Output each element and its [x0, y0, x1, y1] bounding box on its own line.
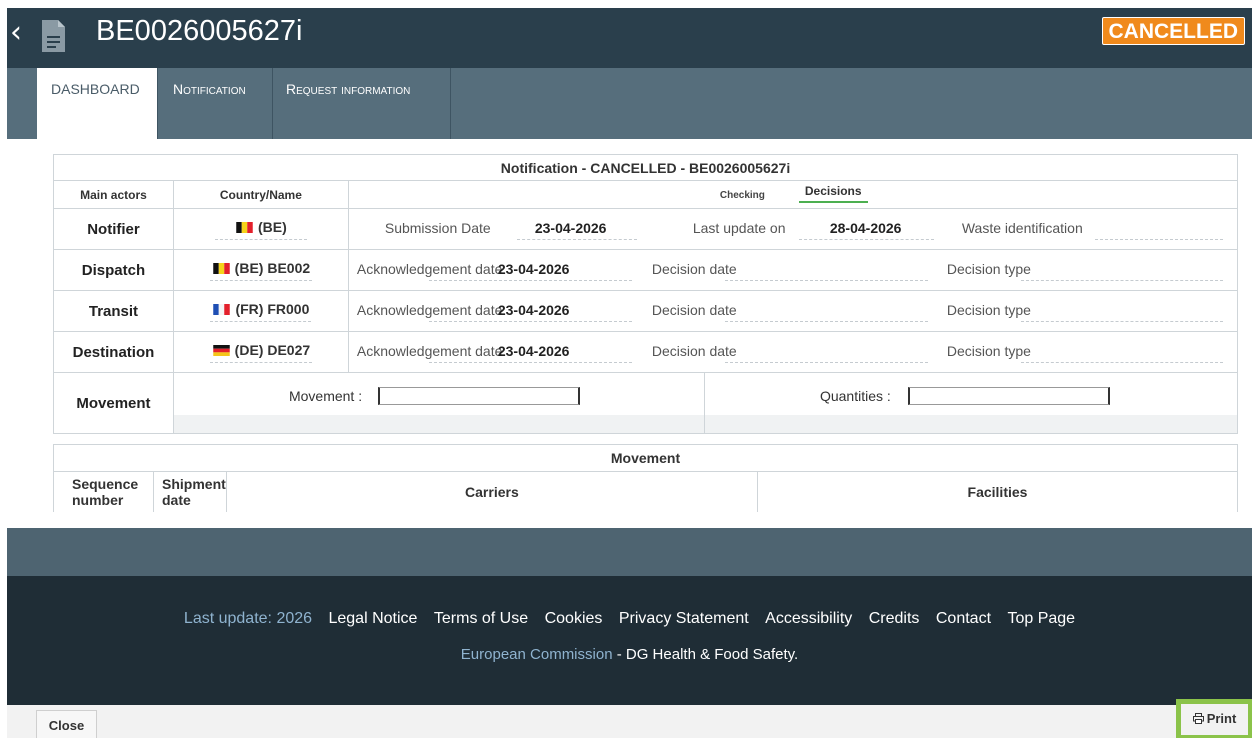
footer-separator: -: [612, 646, 626, 663]
waste-identification-field[interactable]: [1094, 239, 1223, 240]
footer-link-credits[interactable]: Credits: [869, 610, 920, 627]
print-highlight: Print: [1176, 699, 1252, 738]
country-code: (BE): [258, 218, 287, 235]
country-destination: (DE) DE027: [172, 331, 349, 373]
footer-links: Last update: 2026 Legal Notice Terms of …: [7, 610, 1252, 628]
ack-date-value: 23-04-2026: [497, 343, 570, 359]
tab-checking[interactable]: Checking: [720, 190, 765, 201]
page-title: BE0026005627i: [96, 15, 303, 47]
destination-details: Acknowledgement date 23-04-2026 Decision…: [347, 331, 1239, 373]
decision-type-field[interactable]: [1020, 321, 1223, 322]
col-main-actors: Main actors: [53, 180, 174, 209]
footer-link-cookies[interactable]: Cookies: [545, 610, 603, 627]
ack-date-label: Acknowledgement date: [356, 261, 503, 277]
status-badge: CANCELLED: [1101, 17, 1245, 45]
footer-link-accessibility[interactable]: Accessibility: [765, 610, 852, 627]
tab-dashboard[interactable]: DASHBOARD: [37, 68, 157, 139]
country-dispatch: (BE) BE002: [172, 249, 349, 291]
ack-date-value: 23-04-2026: [497, 261, 570, 277]
ack-date-value: 23-04-2026: [497, 302, 570, 318]
back-icon[interactable]: ‹: [10, 18, 22, 48]
printer-icon: [1192, 713, 1204, 724]
col-shipment-date: Shipment date: [153, 471, 227, 512]
transit-details: Acknowledgement date 23-04-2026 Decision…: [347, 290, 1239, 332]
submission-date-value: 23-04-2026: [534, 220, 607, 236]
footer-last-update: Last update: 2026: [183, 610, 313, 627]
col-country-name: Country/Name: [172, 180, 349, 209]
country-code: (DE) DE027: [234, 341, 311, 358]
tab-bar: DASHBOARD Notification Request informati…: [7, 68, 1252, 139]
print-label: Print: [1206, 711, 1237, 726]
decision-date-field[interactable]: [724, 280, 928, 281]
tab-request-information[interactable]: Request information: [272, 68, 450, 139]
belgium-flag-icon: [236, 221, 253, 233]
footer-link-contact[interactable]: Contact: [936, 610, 991, 627]
country-code: (BE) BE002: [234, 259, 311, 276]
footer-link-european-commission[interactable]: European Commission: [461, 646, 613, 663]
country-notifier: (BE): [172, 208, 349, 250]
page-header: ‹ BE0026005627i CANCELLED: [7, 8, 1252, 68]
quantities-field[interactable]: [907, 387, 1110, 405]
decision-type-label: Decision type: [946, 343, 1031, 359]
decision-date-label: Decision date: [651, 302, 737, 318]
dispatch-details: Acknowledgement date 23-04-2026 Decision…: [347, 249, 1239, 291]
movement-details: Movement : Quantities :: [172, 372, 1239, 434]
row-label-destination: Destination: [53, 331, 174, 373]
footer-ec: European Commission - DG Health & Food S…: [7, 646, 1252, 663]
page-root: ‹ BE0026005627i CANCELLED DASHBOARD Noti…: [0, 0, 1252, 738]
close-button[interactable]: Close: [36, 710, 97, 738]
page-footer: Last update: 2026 Legal Notice Terms of …: [7, 576, 1252, 705]
belgium-flag-icon: [212, 262, 230, 274]
decision-type-field[interactable]: [1020, 280, 1223, 281]
movement-field[interactable]: [377, 387, 580, 405]
decision-type-label: Decision type: [946, 261, 1031, 277]
movement-caption: Movement: [53, 444, 1238, 472]
movement-table: Movement Sequence number Shipment date C…: [53, 444, 1238, 512]
notification-caption: Notification - CANCELLED - BE0026005627i: [53, 154, 1238, 181]
notifier-details: Submission Date 23-04-2026 Last update o…: [347, 208, 1239, 250]
decision-date-label: Decision date: [651, 343, 737, 359]
decision-type-field[interactable]: [1020, 362, 1223, 363]
footer-link-terms-of-use[interactable]: Terms of Use: [434, 610, 528, 627]
row-label-movement: Movement: [53, 372, 174, 434]
france-flag-icon: [213, 303, 231, 315]
row-label-transit: Transit: [53, 290, 174, 332]
decision-type-label: Decision type: [946, 302, 1031, 318]
tab-divider: [450, 68, 451, 139]
footer-link-legal-notice[interactable]: Legal Notice: [328, 610, 417, 627]
footer-link-top-page[interactable]: Top Page: [1007, 610, 1075, 627]
last-update-label: Last update on: [692, 220, 786, 236]
document-icon: [42, 20, 65, 52]
submission-date-label: Submission Date: [384, 220, 491, 236]
decision-date-field[interactable]: [724, 321, 928, 322]
movement-field-label: Movement :: [288, 388, 363, 404]
decision-date-label: Decision date: [651, 261, 737, 277]
ack-date-label: Acknowledgement date: [356, 343, 503, 359]
row-label-notifier: Notifier: [53, 208, 174, 250]
quantities-field-label: Quantities :: [819, 388, 891, 404]
country-code: (FR) FR000: [235, 300, 310, 317]
footer-link-privacy-statement[interactable]: Privacy Statement: [619, 610, 749, 627]
panel-bottom-band: [7, 528, 1252, 576]
notification-table: Notification - CANCELLED - BE0026005627i…: [53, 154, 1239, 434]
tab-decisions[interactable]: Decisions: [798, 184, 868, 203]
footer-dg[interactable]: DG Health & Food Safety.: [626, 646, 798, 663]
germany-flag-icon: [212, 344, 230, 356]
last-update-value: 28-04-2026: [829, 220, 902, 236]
col-sequence-number: Sequence number: [53, 471, 154, 512]
col-facilities: Facilities: [757, 471, 1238, 512]
country-transit: (FR) FR000: [172, 290, 349, 332]
waste-identification-label: Waste identification: [961, 220, 1083, 236]
row-label-dispatch: Dispatch: [53, 249, 174, 291]
col-carriers: Carriers: [226, 471, 759, 512]
checks-tabs: Checking Decisions: [347, 180, 1239, 209]
decision-date-field[interactable]: [724, 362, 928, 363]
print-button[interactable]: Print: [1181, 704, 1248, 735]
tab-notification[interactable]: Notification: [157, 68, 272, 139]
ack-date-label: Acknowledgement date: [356, 302, 503, 318]
action-bar: Close Print: [7, 699, 1252, 738]
